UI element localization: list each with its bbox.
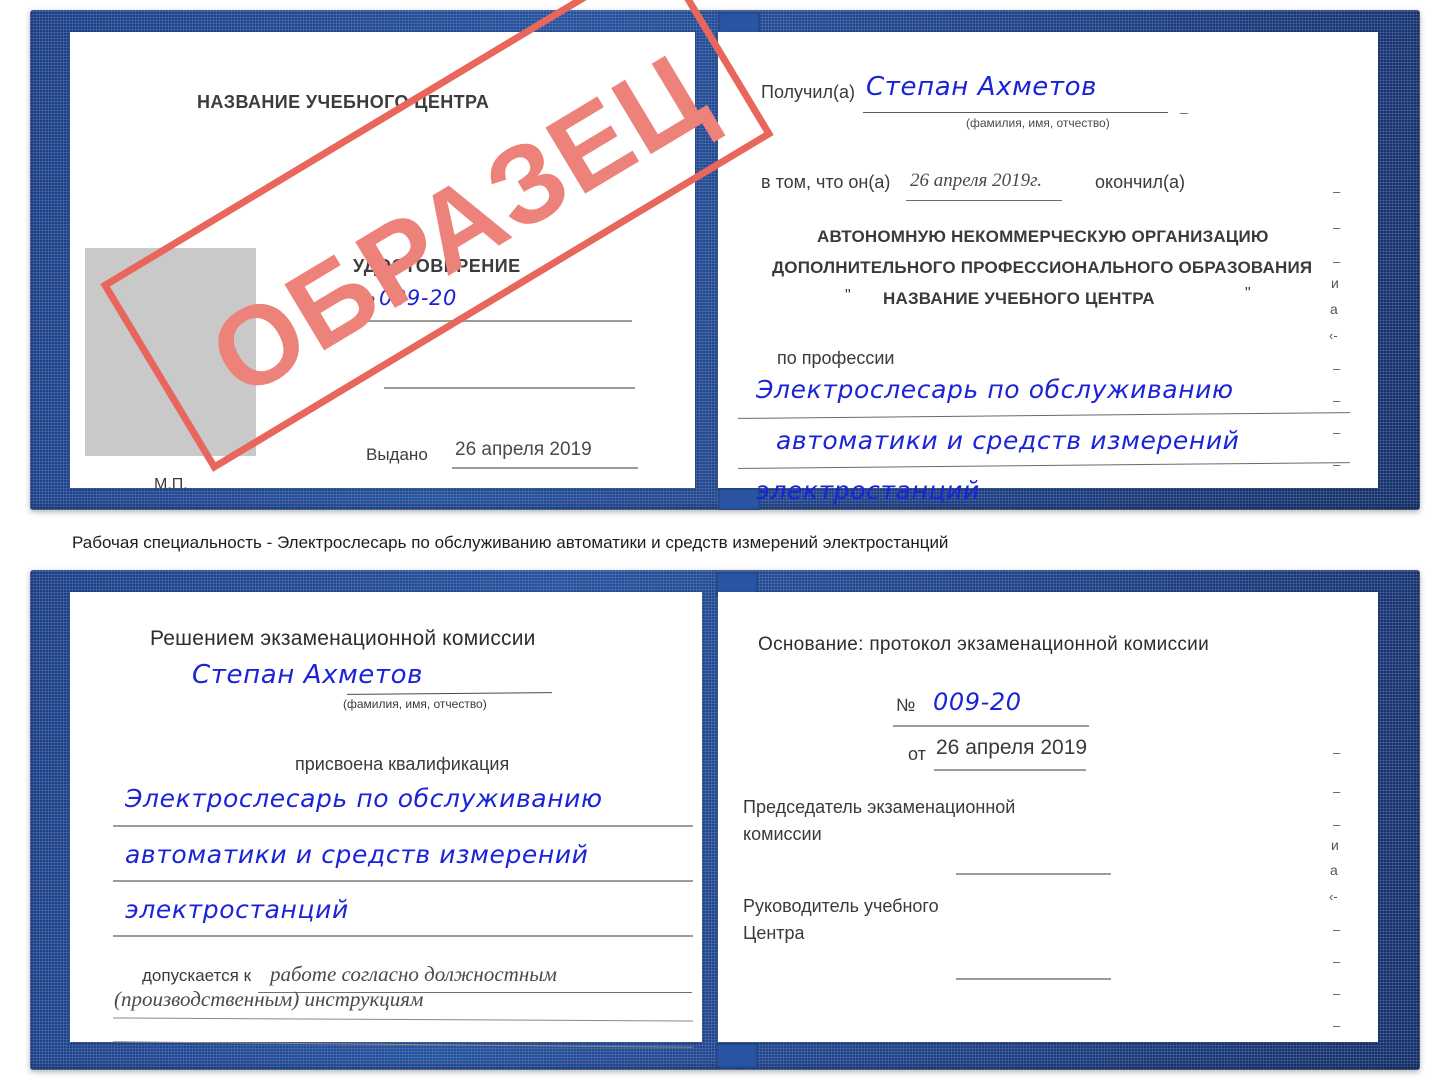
edge-mark-5: ‹- bbox=[1329, 328, 1338, 343]
edge-mark-b0: – bbox=[1333, 745, 1341, 760]
protocol-date-value: 26 апреля 2019 bbox=[936, 736, 1088, 759]
edge-mark-b7: – bbox=[1333, 954, 1341, 969]
photo-placeholder bbox=[85, 248, 256, 456]
edge-mark-b6: – bbox=[1333, 922, 1341, 937]
qualification-line3: электростанций bbox=[125, 895, 349, 924]
edge-mark-b5: ‹- bbox=[1329, 889, 1338, 904]
qualification-line2: автоматики и средств измерений bbox=[125, 840, 589, 869]
certificate-bottom: Решением экзаменационной комиссии Степан… bbox=[30, 570, 1420, 1070]
issued-label: Выдано bbox=[366, 445, 428, 464]
finished-label: окончил(а) bbox=[1095, 172, 1185, 192]
basis-label: Основание: протокол экзаменационной коми… bbox=[758, 634, 1210, 655]
profession-rule1 bbox=[738, 412, 1350, 419]
edge-mark-8: – bbox=[1333, 425, 1341, 440]
chairman-line2: комиссии bbox=[743, 824, 822, 844]
protocol-date-label: от bbox=[908, 744, 926, 764]
edge-mark-9: – bbox=[1333, 457, 1341, 472]
protocol-number-value: 009-20 bbox=[933, 688, 1022, 716]
qualification-line1: Электрослесарь по обслуживанию bbox=[125, 784, 603, 813]
edge-mark-2: – bbox=[1333, 254, 1341, 269]
head-line1: Руководитель учебного bbox=[743, 896, 939, 916]
org-line2: ДОПОЛНИТЕЛЬНОГО ПРОФЕССИОНАЛЬНОГО ОБРАЗО… bbox=[772, 258, 1313, 277]
certificate-top-right-page: Получил(а) Степан Ахметов (фамилия, имя,… bbox=[718, 32, 1378, 505]
edge-mark-b1: – bbox=[1333, 784, 1341, 799]
admitted-line2: (производственным) инструкциям bbox=[114, 987, 424, 1011]
edge-mark-4: а bbox=[1330, 301, 1338, 317]
certificate-bottom-right-page: Основание: протокол экзаменационной коми… bbox=[718, 592, 1378, 1042]
edge-mark-3: и bbox=[1331, 275, 1339, 291]
decision-heading: Решением экзаменационной комиссии bbox=[150, 627, 536, 650]
number-value-top: 009-20 bbox=[379, 286, 457, 310]
doc-type-label: УДОСТОВЕРЕНИЕ bbox=[353, 256, 521, 276]
received-label: Получил(а) bbox=[761, 82, 855, 102]
edge-mark-b2: – bbox=[1333, 817, 1341, 832]
edge-mark-b9: – bbox=[1333, 1018, 1341, 1033]
qualification-rule2 bbox=[113, 880, 693, 882]
admitted-label: допускается к bbox=[142, 966, 252, 985]
edge-mark-6: – bbox=[1333, 361, 1341, 376]
blank-rule-top bbox=[384, 387, 635, 389]
qualification-label: присвоена квалификация bbox=[295, 754, 510, 774]
edge-mark-b8: – bbox=[1333, 986, 1341, 1001]
admitted-rule2 bbox=[113, 1017, 693, 1022]
page-caption: Рабочая специальность - Электрослесарь п… bbox=[72, 533, 949, 552]
that-label: в том, что он(а) bbox=[761, 172, 891, 192]
edge-mark-b3: и bbox=[1331, 837, 1339, 853]
qualification-rule1 bbox=[113, 825, 693, 827]
profession-line3: электростанций bbox=[756, 476, 980, 505]
edge-mark-0: – bbox=[1333, 184, 1341, 199]
profession-line1: Электрослесарь по обслуживанию bbox=[756, 375, 1234, 404]
fio-hint-bottom: (фамилия, имя, отчество) bbox=[343, 697, 487, 711]
profession-rule2 bbox=[738, 462, 1350, 469]
org-line3: НАЗВАНИЕ УЧЕБНОГО ЦЕНТРА bbox=[883, 289, 1155, 308]
edge-mark-7: – bbox=[1333, 393, 1341, 408]
org-title-top-left: НАЗВАНИЕ УЧЕБНОГО ЦЕНТРА bbox=[197, 92, 490, 112]
certificate-top-left-page: НАЗВАНИЕ УЧЕБНОГО ЦЕНТРА М.П. УДОСТОВЕРЕ… bbox=[70, 32, 695, 493]
received-value: Степан Ахметов bbox=[866, 72, 1098, 102]
edge-mark-1: – bbox=[1333, 220, 1341, 235]
org-quote-close: " bbox=[1245, 285, 1251, 302]
decision-name-value: Степан Ахметов bbox=[192, 660, 424, 690]
protocol-number-rule bbox=[893, 725, 1089, 727]
profession-line2: автоматики и средств измерений bbox=[776, 426, 1240, 455]
spine-notch-top-lower bbox=[718, 487, 760, 510]
chairman-signature-rule bbox=[956, 873, 1111, 875]
spine-notch-bottom-lower bbox=[716, 1043, 758, 1068]
certificate-bottom-left-page: Решением экзаменационной комиссии Степан… bbox=[70, 592, 702, 1048]
that-date: 26 апреля 2019г. bbox=[910, 170, 1042, 191]
issued-rule bbox=[452, 467, 638, 469]
edge-dash-received: – bbox=[1180, 104, 1188, 120]
number-label-top: № bbox=[357, 290, 376, 309]
fio-hint-top: (фамилия, имя, отчество) bbox=[966, 116, 1110, 130]
issued-value: 26 апреля 2019 bbox=[455, 439, 592, 460]
head-signature-rule bbox=[956, 978, 1111, 980]
org-quote-open: " bbox=[845, 287, 851, 304]
seal-label: М.П. bbox=[154, 476, 188, 493]
that-date-rule bbox=[906, 200, 1062, 201]
org-line1: АВТОНОМНУЮ НЕКОММЕРЧЕСКУЮ ОРГАНИЗАЦИЮ bbox=[817, 227, 1269, 246]
head-line2: Центра bbox=[743, 923, 805, 943]
profession-label: по профессии bbox=[777, 348, 895, 368]
protocol-date-rule bbox=[934, 769, 1086, 771]
certificate-top: НАЗВАНИЕ УЧЕБНОГО ЦЕНТРА М.П. УДОСТОВЕРЕ… bbox=[30, 0, 1420, 510]
number-rule-top bbox=[351, 320, 632, 322]
chairman-line1: Председатель экзаменационной bbox=[743, 797, 1016, 817]
edge-mark-b4: а bbox=[1330, 862, 1338, 878]
decision-name-rule bbox=[346, 692, 553, 695]
received-rule bbox=[863, 112, 1168, 113]
qualification-rule3 bbox=[113, 935, 693, 937]
admitted-line1: работе согласно должностным bbox=[270, 962, 557, 986]
protocol-number-label: № bbox=[896, 695, 916, 715]
